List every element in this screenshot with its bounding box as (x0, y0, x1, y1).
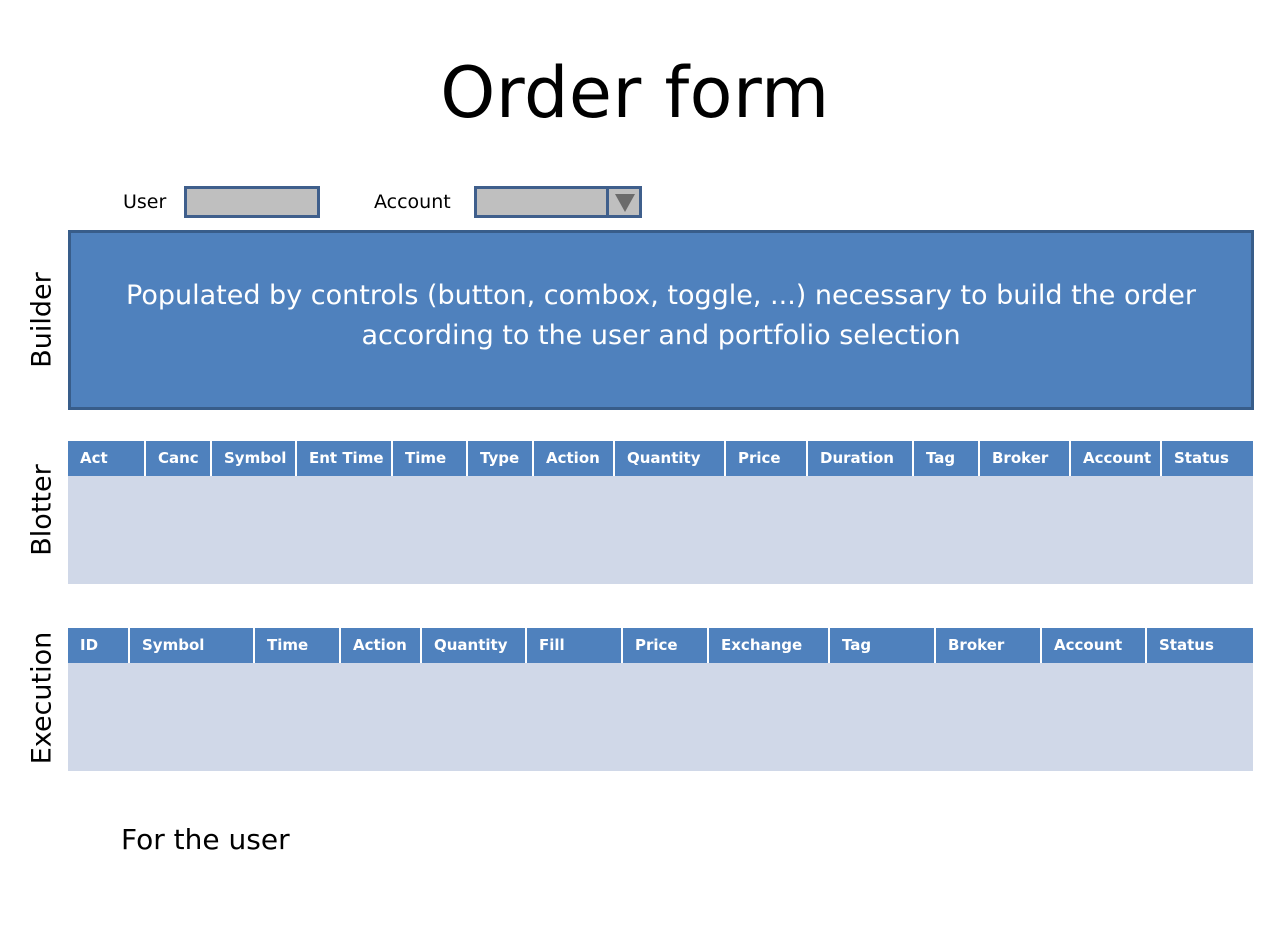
execution-header-action[interactable]: Action (339, 628, 420, 663)
execution-header-id[interactable]: ID (68, 628, 128, 663)
blotter-header-duration[interactable]: Duration (806, 441, 912, 476)
blotter-header-ent-time[interactable]: Ent Time (295, 441, 391, 476)
blotter-header-row: Act Canc Symbol Ent Time Time Type Action Quant… (68, 441, 1253, 476)
blotter-header-time[interactable]: Time (391, 441, 466, 476)
builder-description: Populated by controls (button, combox, t… (126, 280, 1196, 351)
execution-grid[interactable]: ID Symbol Time Action Quantity Fill Price Excha… (68, 628, 1253, 771)
execution-header-time[interactable]: Time (253, 628, 339, 663)
execution-header-tag[interactable]: Tag (828, 628, 934, 663)
execution-header-broker[interactable]: Broker (934, 628, 1040, 663)
user-label: User (123, 191, 167, 213)
blotter-header-broker[interactable]: Broker (978, 441, 1069, 476)
blotter-header-tag[interactable]: Tag (912, 441, 978, 476)
user-input[interactable] (184, 186, 320, 218)
execution-header-price[interactable]: Price (621, 628, 707, 663)
blotter-header-act[interactable]: Act (68, 441, 144, 476)
execution-header-status[interactable]: Status (1145, 628, 1253, 663)
section-label-execution: Execution (26, 631, 58, 765)
account-dropdown-button[interactable] (606, 189, 639, 215)
section-label-builder: Builder (26, 272, 58, 368)
blotter-header-price[interactable]: Price (724, 441, 806, 476)
blotter-header-canc[interactable]: Canc (144, 441, 210, 476)
blotter-header-symbol[interactable]: Symbol (210, 441, 295, 476)
page-title: Order form (440, 52, 830, 134)
execution-header-account[interactable]: Account (1040, 628, 1145, 663)
execution-header-quantity[interactable]: Quantity (420, 628, 525, 663)
execution-header-symbol[interactable]: Symbol (128, 628, 253, 663)
account-label: Account (374, 191, 451, 213)
blotter-header-status[interactable]: Status (1160, 441, 1253, 476)
blotter-header-action[interactable]: Action (532, 441, 613, 476)
execution-header-row: ID Symbol Time Action Quantity Fill Price Excha… (68, 628, 1253, 663)
execution-header-fill[interactable]: Fill (525, 628, 621, 663)
account-dropdown[interactable] (474, 186, 642, 218)
chevron-down-icon (615, 194, 635, 212)
section-label-blotter: Blotter (26, 464, 58, 556)
blotter-header-quantity[interactable]: Quantity (613, 441, 724, 476)
blotter-grid[interactable]: Act Canc Symbol Ent Time Time Type Action Quant… (68, 441, 1253, 584)
blotter-header-account[interactable]: Account (1069, 441, 1160, 476)
blotter-header-type[interactable]: Type (466, 441, 532, 476)
footer-note: For the user (121, 823, 290, 856)
execution-header-exchange[interactable]: Exchange (707, 628, 828, 663)
builder-panel: Populated by controls (button, combox, t… (68, 230, 1254, 410)
